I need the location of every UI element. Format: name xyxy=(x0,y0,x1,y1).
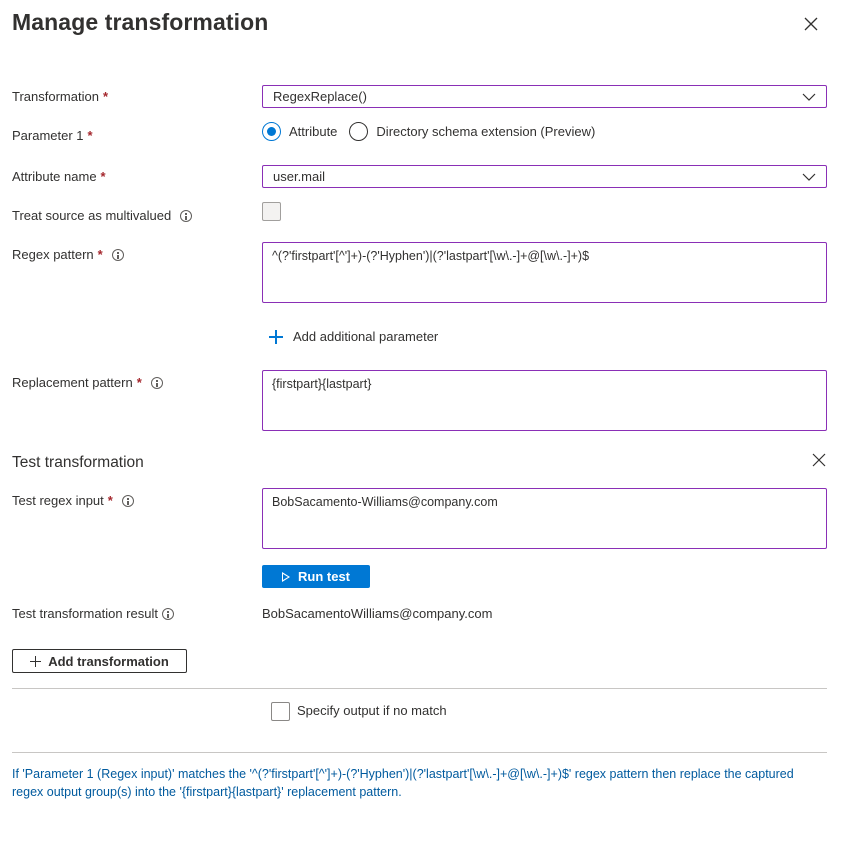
attribute-name-dropdown[interactable]: user.mail xyxy=(262,165,827,188)
required-marker: * xyxy=(97,247,103,262)
no-match-label[interactable]: Specify output if no match xyxy=(297,703,447,718)
attribute-name-value: user.mail xyxy=(273,169,326,184)
parameter1-radio-group: Attribute Directory schema extension (Pr… xyxy=(262,122,607,141)
parameter1-label: Parameter 1 * xyxy=(12,128,93,143)
plus-icon xyxy=(269,329,283,344)
required-marker: * xyxy=(100,169,106,184)
close-test-section-button[interactable] xyxy=(811,452,829,470)
chevron-down-icon xyxy=(802,173,816,181)
info-icon[interactable] xyxy=(111,248,124,261)
add-additional-parameter-label: Add additional parameter xyxy=(293,329,439,344)
test-result-value: BobSacamentoWilliams@company.com xyxy=(262,606,493,621)
transformation-value: RegexReplace() xyxy=(273,89,367,104)
transformation-label-text: Transformation xyxy=(12,89,99,104)
info-icon[interactable] xyxy=(180,209,193,222)
parameter1-label-text: Parameter 1 xyxy=(12,128,84,143)
divider xyxy=(12,688,827,689)
info-icon[interactable] xyxy=(150,376,163,389)
replacement-pattern-input[interactable]: {firstpart}{lastpart} xyxy=(262,370,827,431)
play-icon xyxy=(282,571,290,582)
required-marker: * xyxy=(107,493,113,508)
radio-directory-schema-extension-label[interactable]: Directory schema extension (Preview) xyxy=(376,124,595,139)
close-icon xyxy=(812,453,826,467)
run-test-button[interactable]: Run test xyxy=(262,565,370,588)
dialog-title: Manage transformation xyxy=(12,9,269,35)
required-marker: * xyxy=(87,128,93,143)
replacement-pattern-label: Replacement pattern * xyxy=(12,375,163,390)
multivalued-label: Treat source as multivalued xyxy=(12,208,193,223)
no-match-checkbox[interactable] xyxy=(271,702,290,721)
test-regex-input-label: Test regex input * xyxy=(12,493,134,508)
info-icon[interactable] xyxy=(121,494,134,507)
radio-attribute[interactable] xyxy=(262,122,281,141)
multivalued-checkbox[interactable] xyxy=(262,202,281,221)
radio-attribute-label[interactable]: Attribute xyxy=(289,124,337,139)
attribute-name-label-text: Attribute name xyxy=(12,169,97,184)
test-regex-input-label-text: Test regex input xyxy=(12,493,104,508)
close-dialog-button[interactable] xyxy=(802,15,820,33)
multivalued-label-text: Treat source as multivalued xyxy=(12,208,172,223)
add-additional-parameter-button[interactable]: Add additional parameter xyxy=(269,329,438,344)
attribute-name-label: Attribute name * xyxy=(12,169,106,184)
chevron-down-icon xyxy=(802,93,816,101)
regex-pattern-label-text: Regex pattern xyxy=(12,247,94,262)
regex-pattern-label: Regex pattern * xyxy=(12,247,124,262)
radio-directory-schema-extension[interactable] xyxy=(349,122,369,141)
transformation-summary: If 'Parameter 1 (Regex input)' matches t… xyxy=(12,767,794,799)
transformation-dropdown[interactable]: RegexReplace() xyxy=(262,85,827,108)
add-transformation-button[interactable]: Add transformation xyxy=(12,649,187,673)
plus-icon xyxy=(30,655,42,667)
replacement-pattern-label-text: Replacement pattern xyxy=(12,375,133,390)
test-result-label-text: Test transformation result xyxy=(12,606,158,621)
test-result-label: Test transformation result xyxy=(12,606,174,621)
test-regex-input[interactable]: BobSacamento-Williams@company.com xyxy=(262,488,827,549)
required-marker: * xyxy=(136,375,142,390)
test-transformation-title: Test transformation xyxy=(12,454,144,471)
info-icon[interactable] xyxy=(161,607,174,620)
close-icon xyxy=(804,17,818,31)
regex-pattern-input[interactable]: ^(?'firstpart'[^']+)-(?'Hyphen')|(?'last… xyxy=(262,242,827,303)
run-test-label: Run test xyxy=(298,569,350,584)
required-marker: * xyxy=(102,89,108,104)
add-transformation-label: Add transformation xyxy=(48,653,169,669)
divider xyxy=(12,752,827,753)
transformation-label: Transformation * xyxy=(12,89,108,104)
